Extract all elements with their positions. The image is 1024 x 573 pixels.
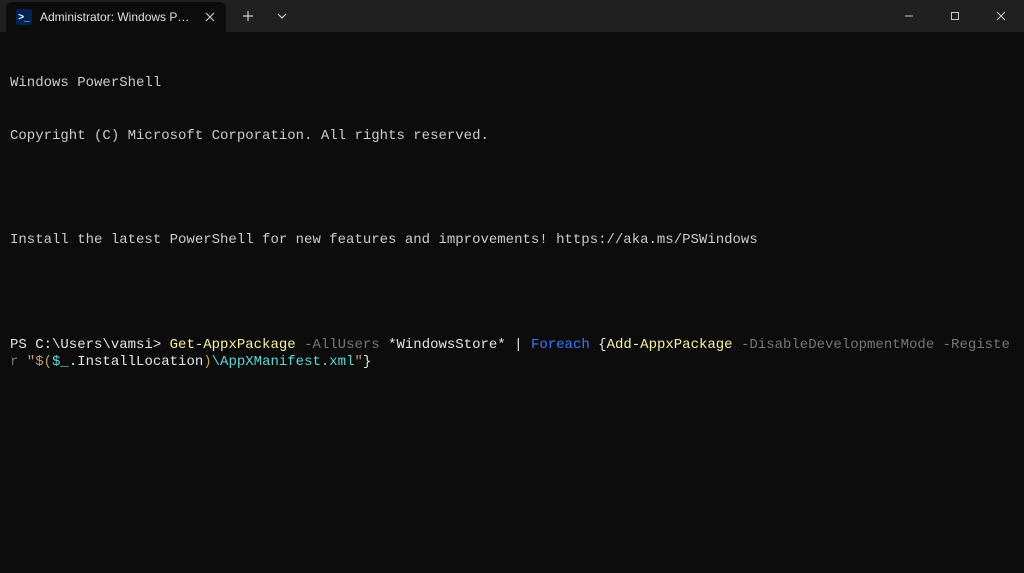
flag: -AllUsers [296, 337, 388, 353]
titlebar: >_ Administrator: Windows PowerS [0, 0, 1024, 32]
maximize-button[interactable] [932, 0, 978, 32]
paren: ) [203, 354, 211, 370]
chevron-down-icon [277, 13, 287, 19]
command-line: PS C:\Users\vamsi> Get-AppxPackage -AllU… [10, 337, 1014, 372]
arg: *WindowsStore* [388, 337, 506, 353]
minimize-button[interactable] [886, 0, 932, 32]
pipe: | [506, 337, 531, 353]
output-line: Copyright (C) Microsoft Corporation. All… [10, 128, 1014, 146]
variable: $_ [52, 354, 69, 370]
close-icon [205, 12, 215, 22]
maximize-icon [950, 11, 960, 21]
window-close-button[interactable] [978, 0, 1024, 32]
powershell-icon-glyph: >_ [18, 12, 29, 23]
terminal-output[interactable]: Windows PowerShell Copyright (C) Microso… [0, 32, 1024, 397]
cmdlet: Get-AppxPackage [170, 337, 296, 353]
close-icon [996, 11, 1006, 21]
prompt: PS C:\Users\vamsi> [10, 337, 170, 353]
brace: { [590, 337, 607, 353]
cmdlet: Add-AppxPackage [607, 337, 733, 353]
powershell-icon: >_ [16, 9, 32, 25]
output-line: Install the latest PowerShell for new fe… [10, 232, 1014, 250]
plus-icon [242, 10, 254, 22]
output-line: Windows PowerShell [10, 75, 1014, 93]
tab-title: Administrator: Windows PowerS [40, 10, 194, 24]
tab-close-button[interactable] [202, 9, 218, 25]
path: \AppXManifest.xml [212, 354, 355, 370]
string-open: "$( [18, 354, 52, 370]
tab-controls [226, 0, 298, 32]
minimize-icon [904, 11, 914, 21]
property: .InstallLocation [69, 354, 203, 370]
titlebar-drag-area[interactable] [298, 0, 886, 32]
tab-powershell[interactable]: >_ Administrator: Windows PowerS [6, 2, 226, 32]
keyword-foreach: Foreach [531, 337, 590, 353]
flag: -DisableDevelopmentMode [733, 337, 943, 353]
tab-dropdown-button[interactable] [266, 1, 298, 31]
blank-line [10, 180, 1014, 197]
new-tab-button[interactable] [232, 1, 264, 31]
brace: } [363, 354, 371, 370]
window-controls [886, 0, 1024, 32]
blank-line [10, 285, 1014, 302]
string-close: " [354, 354, 362, 370]
